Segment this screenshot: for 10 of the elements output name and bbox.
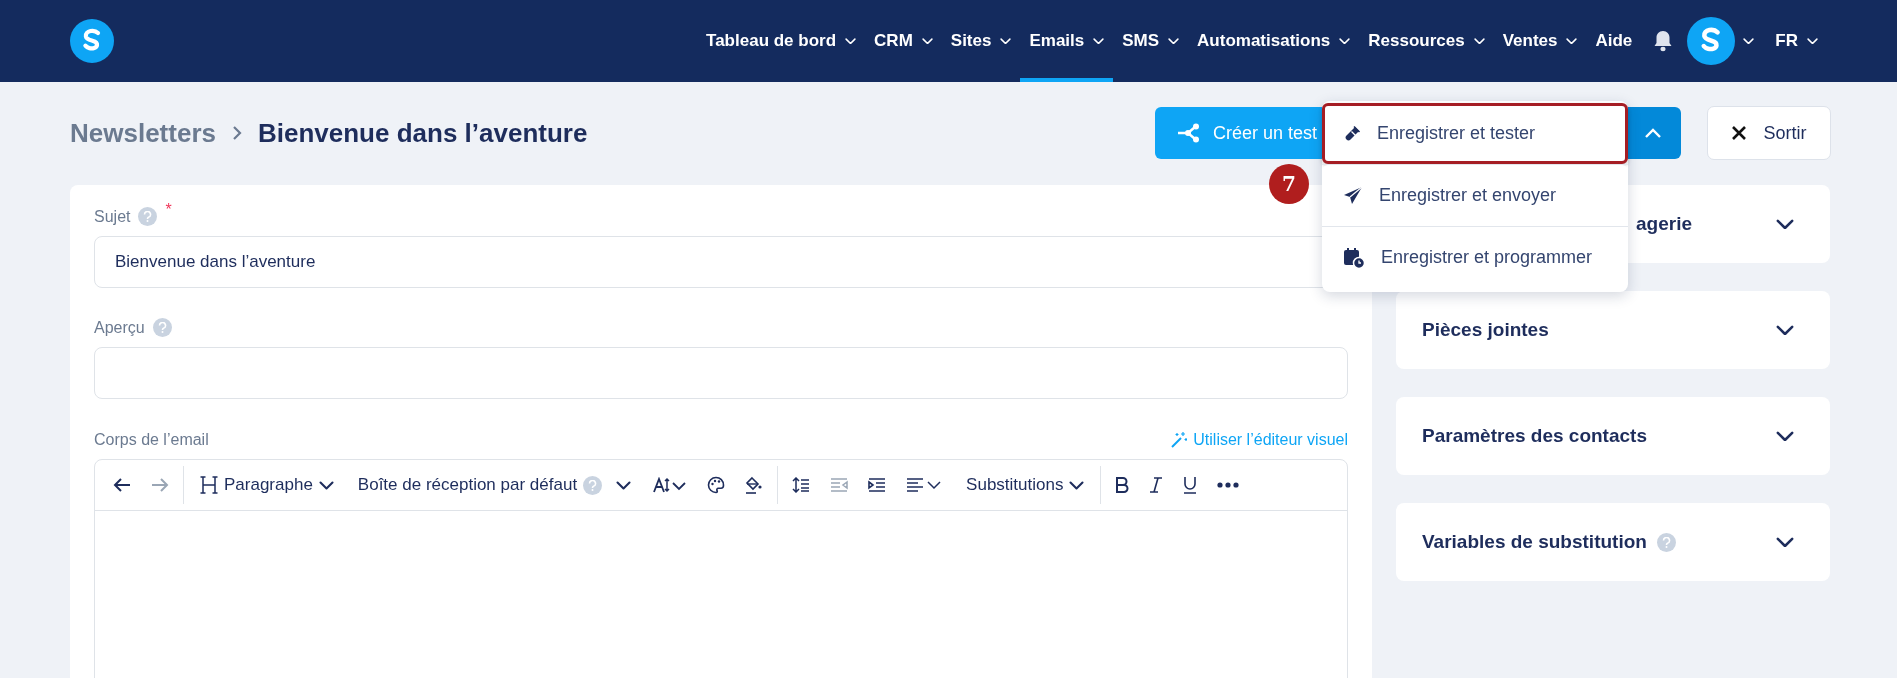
panel-title: Paramètres des contacts <box>1422 425 1647 447</box>
page-title: Bienvenue dans l’aventure <box>257 117 588 149</box>
field-label: Sujet <box>94 207 131 226</box>
field-label: Corps de l’email <box>94 431 209 449</box>
step-badge: 7 <box>1269 164 1309 204</box>
panel-title: Variables de substitution <box>1422 531 1647 553</box>
required-mark: * <box>165 201 172 219</box>
panel-title: agerie <box>1636 213 1692 235</box>
panel-title: Pièces jointes <box>1422 319 1549 341</box>
field-label: Aperçu <box>94 318 145 337</box>
